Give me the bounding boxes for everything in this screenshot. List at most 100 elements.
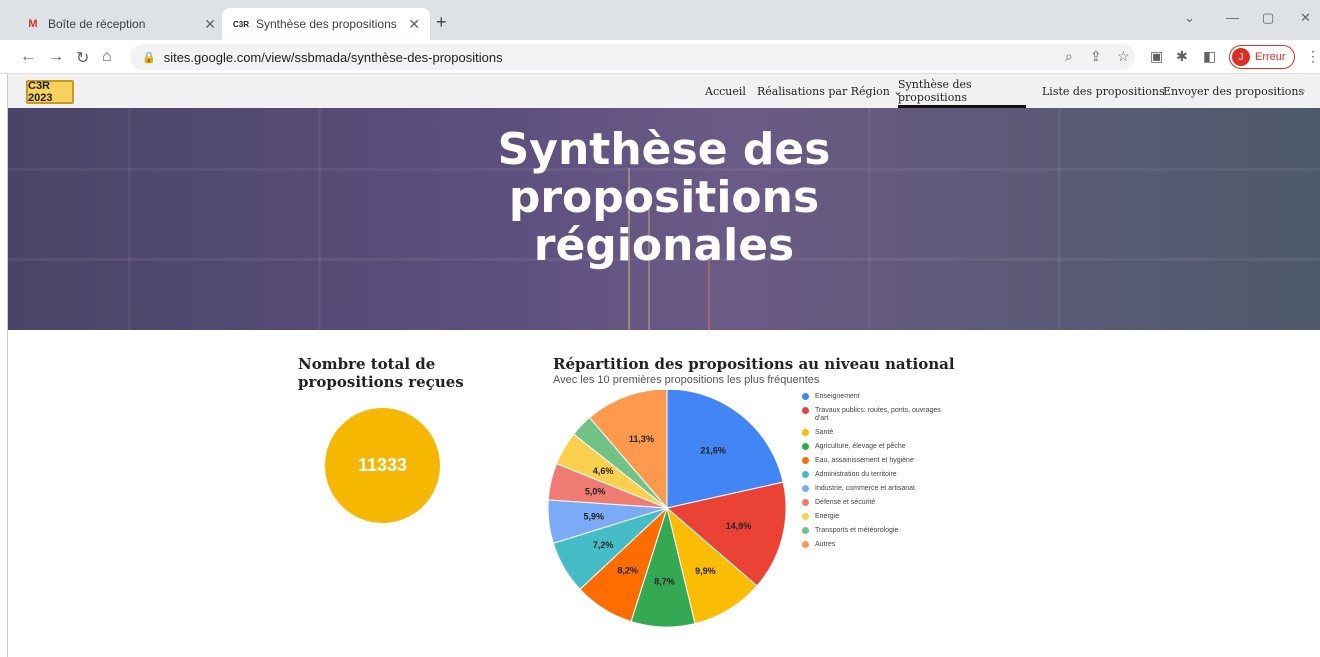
chart-legend: Enseignement Travaux publics: routes, pon… xyxy=(802,393,942,555)
tab-label: Boîte de réception xyxy=(48,17,146,31)
nav-envoyer[interactable]: Envoyer des propositions xyxy=(1163,74,1304,108)
legend-item: Energie xyxy=(802,513,942,521)
legend-label: Industrie, commerce et artisanat xyxy=(815,485,915,492)
legend-swatch xyxy=(802,471,809,478)
pie-slice-label: 14,9% xyxy=(726,521,752,531)
legend-swatch xyxy=(802,429,809,436)
chart-title: Répartition des propositions au niveau n… xyxy=(553,355,955,373)
legend-item: Défense et sécurité xyxy=(802,499,942,507)
legend-label: Travaux publics: routes, ponts, ouvrages… xyxy=(815,407,941,422)
legend-swatch xyxy=(802,443,809,450)
page-title: Synthèse des propositions régionales xyxy=(8,126,1320,270)
share-icon[interactable]: ⇪ xyxy=(1090,48,1102,65)
legend-label: Administration du territoire xyxy=(815,471,897,478)
browser-toolbar: ← → ↻ ⌂ 🔒 sites.google.com/view/ssbmada/… xyxy=(0,40,1320,74)
nav-realisations[interactable]: Réalisations par Région ⌄ xyxy=(757,74,903,108)
title-line: régionales xyxy=(533,220,795,271)
legend-label: Défense et sécurité xyxy=(815,499,876,506)
zoom-icon[interactable]: ⌕ xyxy=(1065,48,1073,65)
tab-label: Synthèse des propositions xyxy=(256,17,397,31)
nav-label: Réalisations par Région ⌄ xyxy=(757,84,903,98)
site-icon: C3R xyxy=(233,19,250,29)
close-icon[interactable]: ✕ xyxy=(204,16,216,33)
forward-button[interactable]: → xyxy=(48,48,64,66)
extensions-puzzle-icon[interactable]: ✱ xyxy=(1176,48,1188,65)
avatar: J xyxy=(1232,48,1250,66)
pie-slice-label: 4,6% xyxy=(593,466,614,476)
bookmark-star-icon[interactable]: ☆ xyxy=(1117,48,1130,65)
pie-slice-label: 5,0% xyxy=(585,487,606,497)
legend-swatch xyxy=(802,527,809,534)
lock-icon[interactable]: 🔒 xyxy=(142,51,156,64)
tab-synthese[interactable]: C3R Synthèse des propositions ✕ xyxy=(222,8,430,40)
nav-accueil[interactable]: Accueil xyxy=(705,74,746,108)
gmail-icon: M xyxy=(28,18,38,30)
window-left-edge xyxy=(0,74,8,657)
legend-label: Santé xyxy=(815,429,834,436)
legend-swatch xyxy=(802,499,809,506)
legend-label: Eau, assainissement et hygiène xyxy=(815,457,914,464)
legend-item: Enseignement xyxy=(802,393,942,401)
nav-synthese[interactable]: Synthèse des propositions xyxy=(898,74,1026,108)
legend-item: Transports et météorologie xyxy=(802,527,942,535)
new-tab-button[interactable]: + xyxy=(436,12,447,33)
pie-slice-label: 9,9% xyxy=(695,566,716,576)
legend-swatch xyxy=(802,393,809,400)
legend-label: Agriculture, élevage et pêche xyxy=(815,443,906,450)
legend-swatch xyxy=(802,457,809,464)
legend-item: Eau, assainissement et hygiène xyxy=(802,457,942,465)
chevron-down-icon[interactable]: ⌄ xyxy=(1184,10,1195,26)
close-icon[interactable]: ✕ xyxy=(408,16,420,33)
nav-label: Synthèse des propositions xyxy=(898,78,972,104)
profile-button[interactable]: J Erreur xyxy=(1229,45,1295,69)
nav-label: Liste des propositions xyxy=(1042,84,1165,98)
profile-status: Erreur xyxy=(1255,51,1286,63)
pie-slice-label: 21,6% xyxy=(700,445,726,455)
pie-slice-label: 5,9% xyxy=(583,512,604,522)
url-text: sites.google.com/view/ssbmada/synthèse-d… xyxy=(163,49,503,65)
legend-label: Enseignement xyxy=(815,393,860,400)
address-bar[interactable]: 🔒 sites.google.com/view/ssbmada/synthèse… xyxy=(130,44,1135,70)
legend-label: Autres xyxy=(815,541,836,548)
title-line: Synthèse des xyxy=(497,124,831,175)
legend-label: Energie xyxy=(815,513,840,520)
total-count-badge: 11333 xyxy=(325,408,440,523)
pie-chart: 21,6% 14,9% 9,9% 8,7% 8,2% 7,2% 5,9% 5,0% 4,6% 11… xyxy=(547,390,787,628)
browser-tab-strip: M Boîte de réception ✕ C3R Synthèse des … xyxy=(0,0,1320,40)
side-panel-icon[interactable]: ◧ xyxy=(1203,48,1216,65)
nav-liste[interactable]: Liste des propositions xyxy=(1042,74,1165,108)
extension-s-icon[interactable]: ▣ xyxy=(1150,48,1163,65)
legend-swatch xyxy=(802,407,809,414)
site-header: C3R 2023 Accueil Réalisations par Région… xyxy=(8,74,1320,108)
nav-label: Envoyer des propositions xyxy=(1163,84,1305,98)
minimize-button[interactable]: — xyxy=(1226,10,1239,25)
reload-button[interactable]: ↻ xyxy=(76,48,89,68)
window-close-button[interactable]: ✕ xyxy=(1300,10,1311,26)
pie-slice-label: 8,2% xyxy=(617,565,638,575)
legend-item: Santé xyxy=(802,429,942,437)
legend-item: Agriculture, élevage et pêche xyxy=(802,443,942,451)
nav-label: Accueil xyxy=(705,84,746,98)
menu-kebab-icon[interactable]: ⋮ xyxy=(1306,48,1320,65)
legend-label: Transports et météorologie xyxy=(815,527,899,534)
site-logo[interactable]: C3R 2023 xyxy=(26,80,74,104)
title-line: propositions xyxy=(508,172,820,223)
legend-swatch xyxy=(802,541,809,548)
home-button[interactable]: ⌂ xyxy=(102,48,112,66)
chart-subtitle: Avec les 10 premières propositions les p… xyxy=(553,374,820,386)
search-icon[interactable]: ⌕ xyxy=(1300,74,1306,108)
back-button[interactable]: ← xyxy=(20,48,36,66)
tab-inbox[interactable]: M Boîte de réception ✕ xyxy=(14,8,226,40)
pie-slice-label: 7,2% xyxy=(593,540,614,550)
total-heading: Nombre total de propositions reçues xyxy=(298,355,464,391)
maximize-button[interactable]: ▢ xyxy=(1262,10,1274,26)
pie-slice-label: 8,7% xyxy=(654,577,675,587)
legend-item: Administration du territoire xyxy=(802,471,942,479)
legend-item: Industrie, commerce et artisanat xyxy=(802,485,942,493)
legend-item: Travaux publics: routes, ponts, ouvrages… xyxy=(802,407,942,423)
hero-banner: Synthèse des propositions régionales xyxy=(8,108,1320,330)
legend-swatch xyxy=(802,513,809,520)
legend-swatch xyxy=(802,485,809,492)
pie-slice-label: 11,3% xyxy=(629,434,654,444)
legend-item: Autres xyxy=(802,541,942,549)
